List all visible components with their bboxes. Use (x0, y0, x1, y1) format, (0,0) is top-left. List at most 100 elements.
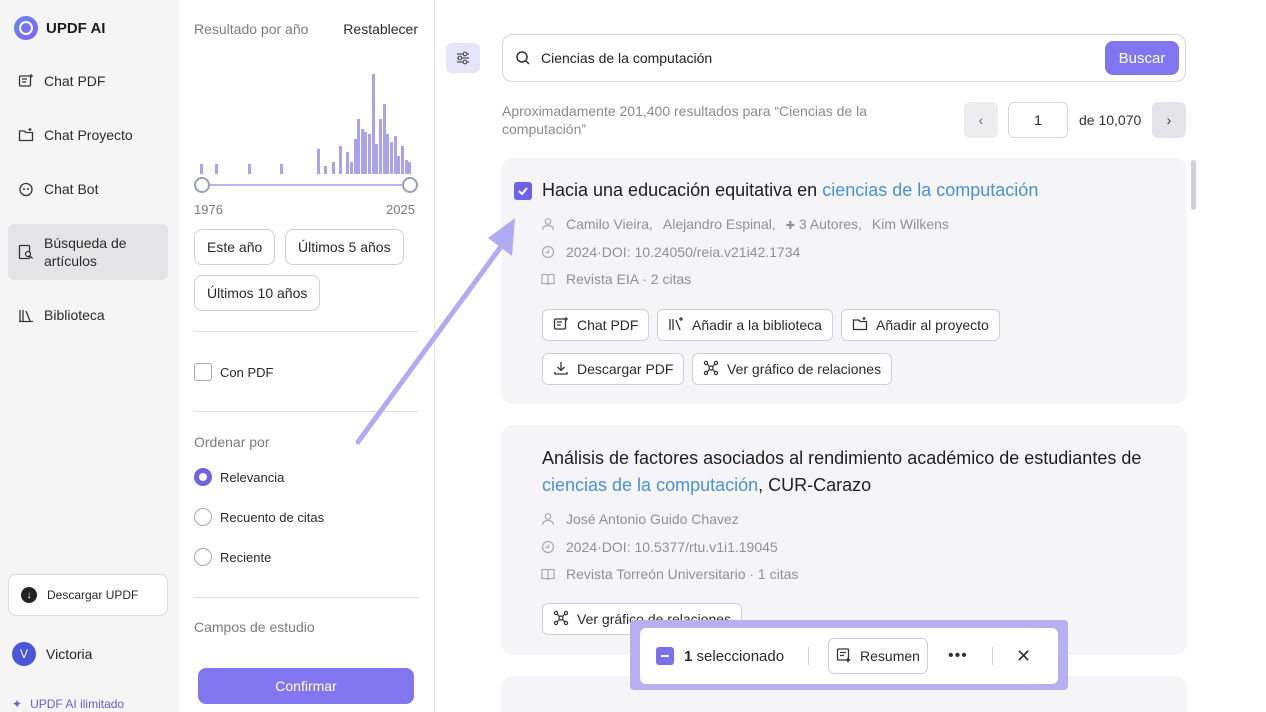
divider (992, 647, 993, 665)
clock-icon (540, 539, 556, 555)
button-label: Chat PDF (577, 317, 639, 333)
relations-graph-button[interactable]: Ver gráfico de relaciones (692, 353, 893, 385)
chat-pdf-button[interactable]: Chat PDF (542, 309, 650, 341)
radio-button[interactable] (194, 548, 212, 566)
sort-option-citas[interactable]: Recuento de citas (194, 508, 324, 526)
avatar: V (12, 642, 36, 666)
histogram-bar (360, 129, 364, 174)
result-select-checkbox[interactable] (514, 182, 532, 200)
button-label: Añadir a la biblioteca (692, 317, 822, 333)
page-number-input[interactable] (1008, 102, 1068, 138)
author-name[interactable]: José Antonio Guido Chavez (566, 511, 739, 527)
add-to-project-button[interactable]: Añadir al proyecto (841, 309, 1000, 341)
result-card[interactable]: Hacia una educación equitativa en cienci… (502, 158, 1186, 404)
selection-count: 1 seleccionado (684, 648, 784, 665)
next-page-button[interactable]: › (1152, 102, 1186, 138)
result-doi: 2024·DOI: 10.24050/reia.v21i42.1734 (540, 244, 800, 260)
filter-panel: Resultado por año Restablecer 1976 2025 … (178, 0, 435, 712)
search-button[interactable]: Buscar (1105, 41, 1179, 75)
summary-label: Resumen (860, 648, 920, 664)
confirm-button[interactable]: Confirmar (198, 668, 414, 704)
divider (808, 647, 809, 665)
year-filter-header: Resultado por año Restablecer (194, 21, 418, 37)
sidebar-item-chat-bot[interactable]: Chat Bot (8, 169, 168, 209)
chip-este-ano[interactable]: Este año (194, 229, 276, 265)
sort-option-reciente[interactable]: Reciente (194, 548, 271, 566)
year-range-track[interactable] (202, 184, 410, 186)
sidebar-item-busqueda-articulos[interactable]: Búsqueda de artículos (8, 224, 168, 280)
folder-icon (18, 127, 34, 143)
filter-toggle-button[interactable] (446, 43, 480, 73)
year-max-label: 2025 (386, 202, 415, 217)
sidebar-item-biblioteca[interactable]: Biblioteca (8, 295, 168, 335)
histogram-bar (316, 149, 320, 174)
histogram-bar (408, 162, 412, 174)
histogram-bar (375, 144, 379, 174)
folder-plus-icon (852, 316, 868, 335)
sidebar-item-chat-pdf[interactable]: Chat PDF (8, 61, 168, 101)
article-search-icon (18, 244, 34, 260)
sparkle-icon: ✦ (12, 697, 23, 711)
with-pdf-checkbox[interactable] (194, 363, 212, 381)
histogram-bar (368, 134, 372, 174)
chevron-right-icon: › (1166, 112, 1172, 128)
radio-button[interactable] (194, 468, 212, 486)
search-input[interactable] (541, 50, 1101, 66)
result-title[interactable]: Hacia una educación equitativa en cienci… (542, 177, 1162, 204)
sort-option-relevancia[interactable]: Relevancia (194, 468, 284, 486)
histogram-bar (397, 156, 401, 174)
fields-of-study-title: Campos de estudio (194, 619, 315, 635)
upgrade-link[interactable]: ✦ UPDF AI ilimitado (12, 697, 124, 711)
sidebar: UPDF AI Chat PDF Chat Proyecto Chat Bot … (0, 0, 178, 712)
author-name[interactable]: Camilo Vieira, (566, 216, 653, 232)
radio-button[interactable] (194, 508, 212, 526)
check-icon (518, 187, 528, 196)
download-updf-button[interactable]: ↓ Descargar UPDF (8, 574, 168, 616)
histogram-bar (364, 132, 368, 174)
results-scrollbar[interactable] (1191, 160, 1196, 210)
app-logo[interactable]: UPDF AI (14, 16, 105, 40)
histogram-bar (280, 164, 284, 174)
chip-ultimos-10-anos[interactable]: Últimos 10 años (194, 275, 321, 311)
chat-pdf-icon (553, 316, 569, 335)
year-range-min-handle[interactable] (194, 177, 210, 193)
person-icon (540, 216, 556, 232)
result-title-text: Hacia una educación equitativa en (542, 180, 823, 200)
download-icon (553, 360, 569, 379)
prev-page-button[interactable]: ‹ (964, 102, 998, 138)
author-name[interactable]: Alejandro Espinal, (663, 216, 776, 232)
add-to-library-button[interactable]: Añadir a la biblioteca (657, 309, 833, 341)
sidebar-item-label: Biblioteca (44, 307, 105, 323)
summary-button[interactable]: Resumen (828, 638, 928, 674)
chip-ultimos-5-anos[interactable]: Últimos 5 años (285, 229, 404, 265)
author-name[interactable]: Kim Wilkens (872, 216, 949, 232)
result-authors: Camilo Vieira, Alejandro Espinal, ✚ 3 Au… (540, 216, 949, 232)
download-pdf-button[interactable]: Descargar PDF (542, 353, 685, 385)
graph-icon (703, 360, 719, 379)
sliders-icon (457, 51, 469, 65)
with-pdf-label: Con PDF (220, 364, 274, 380)
reset-button[interactable]: Restablecer (343, 21, 418, 37)
with-pdf-filter[interactable]: Con PDF (194, 363, 273, 381)
sidebar-item-label: Chat PDF (44, 73, 106, 89)
results-area: Buscar Aproximadamente 201,400 resultado… (436, 0, 1266, 712)
user-profile[interactable]: V Victoria (12, 642, 92, 666)
more-options-icon[interactable]: ••• (948, 647, 968, 665)
plus-icon: ✚ (785, 220, 795, 232)
library-icon (18, 307, 34, 323)
deselect-all-checkbox[interactable] (656, 647, 674, 665)
result-title[interactable]: Análisis de factores asociados al rendim… (542, 445, 1162, 499)
sidebar-item-chat-proyecto[interactable]: Chat Proyecto (8, 115, 168, 155)
updf-logo-icon (14, 16, 38, 40)
book-icon (540, 566, 556, 582)
close-icon[interactable]: ✕ (1016, 646, 1031, 667)
year-range-max-handle[interactable] (402, 177, 418, 193)
button-label: Descargar PDF (577, 361, 674, 377)
divider (194, 331, 418, 332)
page-total: de 10,070 (1079, 112, 1142, 128)
search-icon (516, 51, 530, 65)
more-authors[interactable]: ✚ 3 Autores, (786, 216, 862, 232)
year-histogram (200, 60, 412, 174)
divider (194, 597, 418, 598)
library-icon (668, 316, 684, 335)
